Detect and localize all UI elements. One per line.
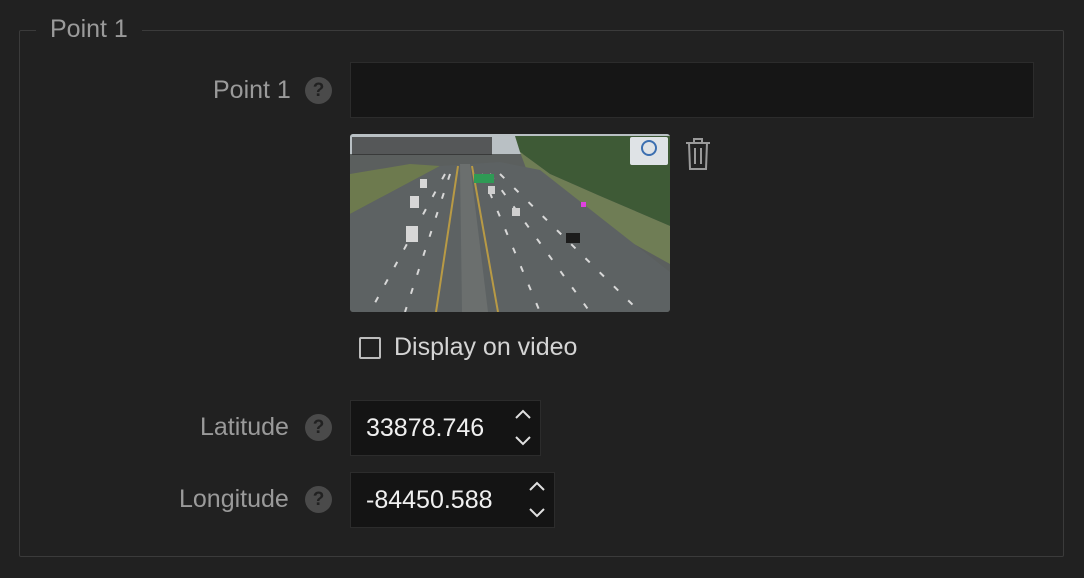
- longitude-stepper[interactable]: [525, 477, 549, 523]
- latitude-decrement-icon[interactable]: [511, 430, 535, 450]
- display-on-video-label: Display on video: [394, 333, 578, 361]
- latitude-label: Latitude: [200, 413, 289, 441]
- longitude-help-icon[interactable]: ?: [305, 486, 332, 513]
- longitude-value: -84450.588: [366, 486, 493, 514]
- fieldset-legend: Point 1: [36, 13, 142, 45]
- longitude-increment-icon[interactable]: [525, 477, 549, 497]
- longitude-label: Longitude: [179, 485, 289, 513]
- camera-thumbnail: [350, 134, 670, 312]
- delete-image-trash-icon[interactable]: [683, 136, 713, 172]
- latitude-increment-icon[interactable]: [511, 405, 535, 425]
- latitude-help-icon[interactable]: ?: [305, 414, 332, 441]
- longitude-decrement-icon[interactable]: [525, 502, 549, 522]
- point-input[interactable]: [350, 62, 1034, 118]
- point-label: Point 1: [213, 76, 291, 104]
- latitude-stepper[interactable]: [511, 405, 535, 451]
- latitude-input[interactable]: 33878.746: [350, 400, 541, 456]
- point-help-icon[interactable]: ?: [305, 77, 332, 104]
- longitude-input[interactable]: -84450.588: [350, 472, 555, 528]
- display-on-video-checkbox[interactable]: [359, 337, 381, 359]
- latitude-value: 33878.746: [366, 414, 485, 442]
